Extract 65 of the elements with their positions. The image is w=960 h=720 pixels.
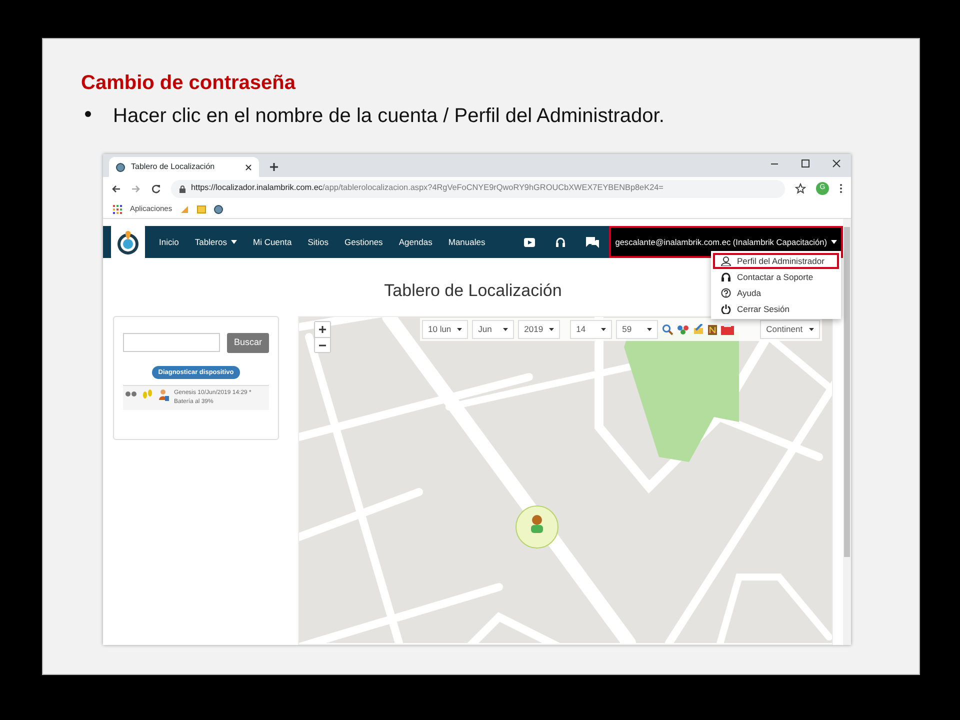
folder-icon[interactable]	[197, 204, 206, 214]
new-tab-icon[interactable]	[269, 162, 279, 172]
tab-title: Tablero de Localización	[131, 161, 216, 173]
person-icon	[158, 389, 169, 402]
nav-link[interactable]: Agendas	[390, 236, 440, 248]
menu-item[interactable]: Contactar a Soporte	[713, 269, 839, 285]
select-field[interactable]: 14	[570, 320, 612, 338]
book-icon[interactable]	[708, 324, 718, 334]
bullet-text: Hacer clic en el nombre de la cuenta / Perfil del Administrador.	[113, 104, 664, 129]
zoom-out-icon[interactable]	[315, 336, 330, 352]
caret-icon	[457, 328, 462, 330]
star-icon[interactable]	[795, 183, 806, 194]
select-field[interactable]: Jun	[472, 320, 514, 338]
page-title: Tablero de Localización	[384, 281, 562, 300]
lock-icon	[179, 184, 186, 192]
close-icon[interactable]	[832, 158, 841, 168]
maximize-icon[interactable]	[801, 158, 810, 168]
menu-item-label: Ayuda	[737, 286, 761, 300]
nav-link[interactable]: Gestiones	[336, 236, 391, 248]
person-marker[interactable]	[516, 505, 558, 548]
power-icon	[721, 304, 731, 314]
chat-icon[interactable]	[586, 236, 600, 248]
headset-icon[interactable]	[555, 236, 566, 248]
menu-item[interactable]: Ayuda	[713, 285, 839, 301]
box-icon[interactable]	[721, 324, 734, 334]
nav-link[interactable]: Mi Cuenta	[244, 236, 300, 248]
caret-icon	[503, 328, 508, 330]
caret-icon	[549, 328, 554, 330]
layer-select[interactable]: Continent	[760, 320, 820, 338]
caret-icon	[831, 240, 837, 244]
user-icon	[721, 256, 731, 266]
menu-item[interactable]: Cerrar Sesión	[713, 301, 839, 317]
footprints-icon	[142, 389, 153, 400]
nav-link[interactable]: Manuales	[440, 236, 494, 248]
search-icon[interactable]	[662, 324, 674, 334]
url-text: https://localizador.inalambrik.com.ec/app/tablerolocalizacion.aspx?4RgVeFoCNYE9rQwoRY9hGROUCbXWEX7EYBENBp8eK24=	[191, 182, 664, 194]
bullet-icon	[85, 111, 91, 117]
select-field[interactable]: 10 lun	[422, 320, 468, 338]
caret-icon	[809, 328, 814, 330]
headset-icon	[721, 272, 731, 282]
menu-item-label: Contactar a Soporte	[737, 270, 814, 284]
globe-icon[interactable]	[214, 204, 224, 214]
close-icon[interactable]	[245, 164, 252, 170]
menu-icon[interactable]	[839, 183, 843, 194]
back-icon[interactable]	[111, 184, 121, 194]
globe-icon	[116, 162, 125, 172]
search-field[interactable]	[123, 332, 220, 352]
select-field[interactable]: 2019	[518, 320, 560, 338]
nav-link[interactable]: Tableros	[186, 236, 245, 248]
pencil-icon[interactable]	[693, 324, 704, 334]
people-icon[interactable]	[677, 324, 690, 334]
menu-item-label: Cerrar Sesión	[737, 302, 790, 316]
browser-tab[interactable]: Tablero de Localización	[109, 157, 259, 177]
address-bar[interactable]: https://localizador.inalambrik.com.ec/app/tablerolocalizacion.aspx?4RgVeFoCNYE9rQwoRY9hGROUCbXWEX7EYBENBp8eK24=	[171, 180, 785, 198]
slide-title: Cambio de contraseña	[81, 71, 297, 95]
caret-icon	[601, 328, 606, 330]
video-icon[interactable]	[524, 238, 536, 246]
help-icon	[721, 288, 731, 298]
select-field[interactable]: 59	[616, 320, 658, 338]
binoculars-icon	[125, 389, 137, 398]
nav-link[interactable]: Inicio	[151, 236, 187, 248]
reload-icon[interactable]	[151, 184, 161, 194]
apps-grid-icon[interactable]	[113, 204, 122, 214]
search-button[interactable]: Buscar	[226, 332, 269, 352]
nav-link[interactable]: Sitios	[300, 236, 337, 248]
